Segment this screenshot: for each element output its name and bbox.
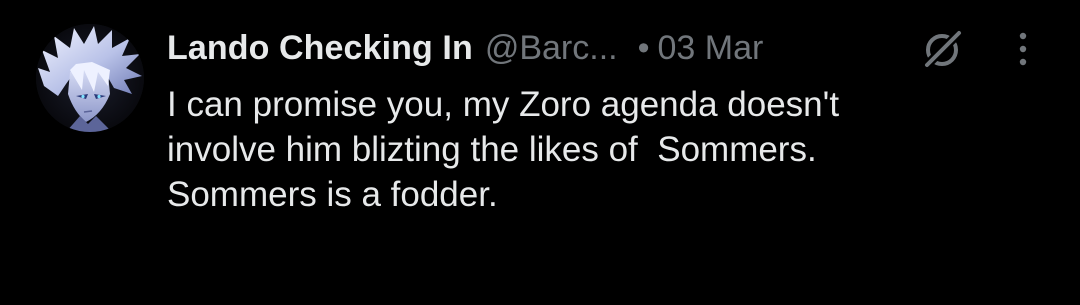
tweet-text-line: Sommers is a fodder. — [167, 175, 498, 214]
avatar[interactable] — [36, 24, 144, 132]
tweet-text-line: I can promise you, my Zoro agenda doesn'… — [167, 85, 840, 124]
author-display-name[interactable]: Lando Checking In — [167, 29, 473, 68]
more-vertical-icon[interactable] — [1008, 26, 1038, 72]
separator-dot: • — [637, 28, 650, 67]
author-handle[interactable]: @Barc... — [485, 29, 618, 68]
tweet-text: I can promise you, my Zoro agenda doesn'… — [167, 82, 1047, 217]
tweet-header: Lando Checking In @Barc... • 03 Mar — [167, 22, 763, 74]
tweet-date[interactable]: 03 Mar — [658, 29, 764, 68]
tweet[interactable]: Lando Checking In @Barc... • 03 Mar I ca… — [0, 0, 1080, 305]
avatar-image — [36, 24, 144, 132]
grok-icon[interactable] — [920, 26, 966, 72]
tweet-text-line: involve him blizting the likes of Sommer… — [167, 130, 817, 169]
